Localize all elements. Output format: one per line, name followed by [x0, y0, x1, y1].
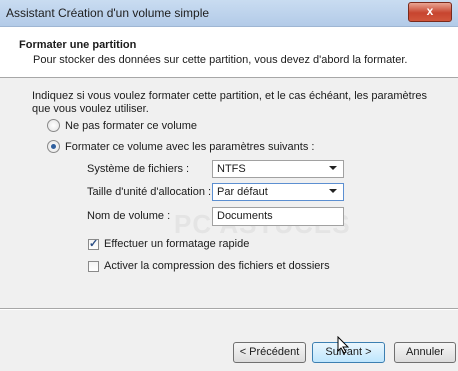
- radio-format-circle[interactable]: [47, 140, 60, 153]
- radio-format[interactable]: Formater ce volume avec les paramètres s…: [47, 140, 314, 153]
- chevron-down-icon: [329, 189, 337, 193]
- wizard-window: Assistant Création d'un volume simple x …: [0, 0, 458, 371]
- volume-name-value: Documents: [217, 210, 273, 222]
- close-button[interactable]: x: [408, 2, 452, 22]
- compression-label: Activer la compression des fichiers et d…: [104, 260, 330, 272]
- compression-checkbox[interactable]: Activer la compression des fichiers et d…: [88, 260, 330, 272]
- radio-no-format-circle[interactable]: [47, 119, 60, 132]
- allocation-label: Taille d'unité d'allocation :: [87, 186, 212, 198]
- quick-format-box[interactable]: [88, 237, 99, 250]
- quick-format-label: Effectuer un formatage rapide: [104, 238, 250, 250]
- compression-box[interactable]: [88, 260, 99, 272]
- allocation-select[interactable]: Par défaut: [212, 183, 344, 201]
- radio-format-label: Formater ce volume avec les paramètres s…: [65, 140, 315, 153]
- cancel-button[interactable]: Annuler: [394, 342, 456, 363]
- allocation-value: Par défaut: [217, 186, 268, 198]
- footer-divider-highlight: [0, 309, 458, 310]
- intro-text: Indiquez si vous voulez formater cette p…: [32, 90, 427, 115]
- chevron-down-icon: [329, 166, 337, 170]
- previous-button[interactable]: < Précédent: [233, 342, 306, 363]
- window-title: Assistant Création d'un volume simple: [6, 6, 210, 20]
- quick-format-checkbox[interactable]: Effectuer un formatage rapide: [88, 237, 250, 250]
- filesystem-select[interactable]: NTFS: [212, 160, 344, 178]
- page-subtitle: Pour stocker des données sur cette parti…: [33, 54, 408, 66]
- page-title: Formater une partition: [19, 39, 137, 51]
- filesystem-label: Système de fichiers :: [87, 163, 190, 175]
- filesystem-value: NTFS: [217, 163, 246, 175]
- radio-no-format[interactable]: Ne pas formater ce volume: [47, 119, 197, 132]
- radio-no-format-label: Ne pas formater ce volume: [65, 119, 198, 132]
- volume-name-label: Nom de volume :: [87, 210, 171, 222]
- wizard-client: Formater une partition Pour stocker des …: [0, 27, 458, 371]
- title-bar: Assistant Création d'un volume simple x: [0, 0, 458, 27]
- wizard-content: Indiquez si vous voulez formater cette p…: [0, 78, 458, 308]
- wizard-header: Formater une partition Pour stocker des …: [0, 27, 458, 78]
- mouse-pointer-icon: [337, 336, 350, 354]
- volume-name-input[interactable]: Documents: [212, 207, 344, 226]
